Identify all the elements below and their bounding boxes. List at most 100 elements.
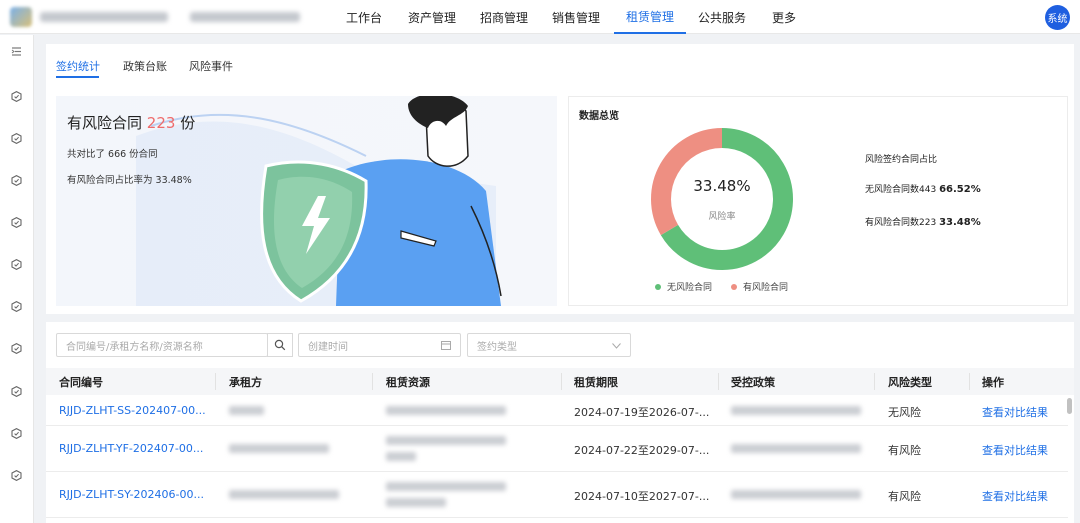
sidebar-module-icon[interactable]	[11, 428, 22, 439]
legend-label: 无风险合同	[667, 283, 713, 293]
search-button[interactable]	[267, 333, 293, 357]
donut-center-value: 33.48%	[693, 177, 751, 195]
app-logo[interactable]	[10, 7, 32, 27]
signing-type-select[interactable]: 签约类型	[467, 333, 631, 357]
legend-dot-green	[655, 283, 661, 290]
policy-redacted	[731, 406, 861, 415]
column-lease-term[interactable]: 租赁期限	[574, 368, 618, 395]
sidebar-module-icon[interactable]	[11, 470, 22, 481]
resource-redacted	[386, 482, 506, 491]
risk-summary-panel: 有风险合同 223 份 共对比了 666 份合同 有风险合同占比率为 33.48…	[56, 96, 557, 306]
chevron-down-icon	[612, 343, 621, 349]
row-divider	[46, 471, 1068, 472]
overview-title: 数据总览	[579, 111, 619, 122]
column-divider	[969, 373, 970, 390]
lessee-redacted	[229, 406, 264, 415]
column-lessee[interactable]: 承租方	[229, 368, 262, 395]
risk-type: 无风险	[888, 406, 921, 419]
no-risk-count-label: 无风险合同数443	[865, 185, 937, 195]
sidebar-module-icon[interactable]	[11, 217, 22, 228]
date-placeholder: 创建时间	[308, 341, 348, 353]
risk-type: 有风险	[888, 444, 921, 457]
column-divider	[372, 373, 373, 390]
contract-id-link[interactable]: RJJD-ZLHT-YF-202407-00...	[59, 442, 203, 455]
policy-redacted	[731, 490, 861, 499]
tab-risk-events[interactable]: 风险事件	[189, 58, 233, 74]
no-risk-stat: 无风险合同数443 66.52%	[865, 182, 981, 195]
legend-risk: 有风险合同	[731, 280, 788, 293]
project-name-redacted	[190, 12, 300, 22]
sidebar-module-icon[interactable]	[11, 386, 22, 397]
tab-signing-statistics[interactable]: 签约统计	[56, 58, 100, 74]
org-name-redacted	[40, 12, 168, 22]
sidebar-module-icon[interactable]	[11, 91, 22, 102]
total-compared-text: 共对比了 666 份合同	[67, 149, 158, 160]
nav-investment-management[interactable]: 招商管理	[476, 0, 532, 34]
lease-term: 2024-07-19至2026-07-...	[574, 406, 710, 419]
column-divider	[718, 373, 719, 390]
resource-redacted	[386, 452, 416, 461]
column-actions: 操作	[982, 375, 1004, 389]
no-risk-percentage: 66.52%	[939, 184, 981, 195]
nav-workbench[interactable]: 工作台	[340, 0, 388, 34]
user-avatar[interactable]: 系统	[1045, 5, 1070, 30]
column-controlled-policy[interactable]: 受控政策	[731, 368, 775, 395]
risk-count-label: 有风险合同数223	[865, 218, 937, 228]
collapse-menu-icon[interactable]	[11, 46, 22, 57]
stats-heading: 风险签约合同占比	[865, 155, 938, 165]
policy-redacted	[731, 444, 861, 453]
donut-center-label: 风险率	[708, 212, 736, 222]
calendar-icon	[441, 341, 451, 350]
creation-date-picker[interactable]: 创建时间	[298, 333, 461, 357]
risk-count: 223	[146, 114, 176, 132]
column-divider	[874, 373, 875, 390]
active-tab-indicator	[56, 76, 99, 78]
legend-dot-red	[731, 283, 737, 290]
contract-id-link[interactable]: RJJD-ZLHT-SS-202407-00...	[59, 404, 206, 417]
row-divider	[46, 425, 1068, 426]
nav-leasing-management[interactable]: 租赁管理	[614, 0, 686, 34]
column-leased-resource[interactable]: 租赁资源	[386, 368, 430, 395]
column-risk-type[interactable]: 风险类型	[888, 368, 932, 395]
sidebar	[0, 35, 34, 523]
nav-public-services[interactable]: 公共服务	[694, 0, 750, 34]
lease-term: 2024-07-10至2027-07-...	[574, 490, 710, 503]
risk-stat: 有风险合同数223 33.48%	[865, 215, 981, 228]
legend-no-risk: 无风险合同	[655, 280, 712, 293]
tab-policy-ledger[interactable]: 政策台账	[123, 58, 167, 74]
contract-id-link[interactable]: RJJD-ZLHT-SY-202406-00...	[59, 488, 204, 501]
column-divider	[561, 373, 562, 390]
nav-more[interactable]: 更多	[766, 0, 802, 34]
sidebar-module-icon[interactable]	[11, 343, 22, 354]
search-icon	[274, 339, 286, 351]
column-divider	[215, 373, 216, 390]
sidebar-module-icon[interactable]	[11, 133, 22, 144]
sidebar-module-icon[interactable]	[11, 175, 22, 186]
table-scrollbar[interactable]	[1067, 398, 1072, 414]
risk-donut-chart	[651, 128, 793, 270]
nav-sales-management[interactable]: 销售管理	[548, 0, 604, 34]
risk-percentage: 33.48%	[939, 217, 981, 228]
view-comparison-button[interactable]: 查看对比结果	[982, 404, 1048, 420]
column-contract-id[interactable]: 合同编号	[59, 368, 103, 395]
lessee-redacted	[229, 444, 329, 453]
resource-redacted	[386, 498, 446, 507]
resource-redacted	[386, 436, 506, 445]
row-divider	[46, 517, 1068, 518]
risk-type: 有风险	[888, 490, 921, 503]
view-comparison-button[interactable]: 查看对比结果	[982, 442, 1048, 458]
view-comparison-button[interactable]: 查看对比结果	[982, 488, 1048, 504]
risk-contract-headline: 有风险合同 223 份	[67, 112, 195, 133]
lease-term: 2024-07-22至2029-07-...	[574, 444, 710, 457]
sidebar-module-icon[interactable]	[11, 259, 22, 270]
headline-label: 有风险合同	[67, 114, 143, 132]
search-input[interactable]: 合同编号/承租方名称/资源名称	[56, 333, 268, 357]
risk-ratio-text: 有风险合同占比率为 33.48%	[67, 175, 192, 186]
legend-label: 有风险合同	[743, 283, 789, 293]
nav-asset-management[interactable]: 资产管理	[404, 0, 460, 34]
sidebar-module-icon[interactable]	[11, 301, 22, 312]
headline-unit: 份	[180, 114, 196, 132]
lessee-redacted	[229, 490, 339, 499]
type-placeholder: 签约类型	[477, 341, 517, 353]
resource-redacted	[386, 406, 506, 415]
